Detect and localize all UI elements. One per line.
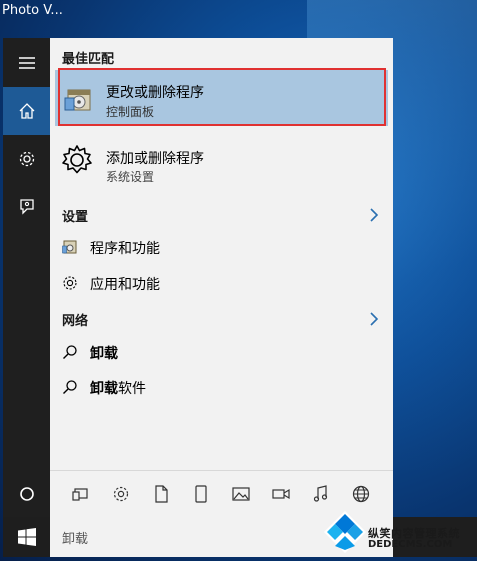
gear-icon [63,276,77,290]
hamburger-menu-button[interactable] [3,39,50,87]
video-icon[interactable] [272,485,290,503]
add-remove-subtitle: 系统设置 [106,170,155,184]
feedback-button[interactable] [3,183,50,231]
programs-icon [64,89,91,111]
best-match-result[interactable]: 更改或删除程序 控制面板 [55,68,388,126]
home-button[interactable] [3,87,50,135]
power-button[interactable] [3,470,50,518]
apps-icon[interactable] [72,485,90,503]
best-match-title: 更改或删除程序 [106,85,204,101]
apps-features-label: 应用和功能 [90,277,160,293]
apps-features-item[interactable]: 应用和功能 [62,272,382,296]
chevron-right-icon[interactable] [369,312,379,326]
gear-icon [19,151,34,167]
start-button[interactable] [3,517,50,557]
home-icon [19,103,34,119]
watermark-logo: 纵笑内容管理系统 DEDECMS.COM [322,505,472,557]
globe-icon[interactable] [352,485,370,503]
power-icon [19,487,34,501]
start-rail [3,38,50,517]
settings-header[interactable]: 设置 [62,206,88,225]
add-remove-title: 添加或删除程序 [106,151,204,167]
feedback-icon [19,199,34,215]
web-result-item[interactable]: 卸载 [62,341,382,365]
music-icon[interactable] [312,485,330,503]
programs-icon [62,240,77,254]
windows-logo-icon [17,528,36,546]
search-icon [63,345,77,359]
search-query-text: 卸载 [62,532,89,547]
web-result-label: 卸载 [90,346,118,362]
programs-features-item[interactable]: 程序和功能 [62,236,382,260]
web-header[interactable]: 网络 [62,310,88,329]
programs-features-label: 程序和功能 [90,241,160,257]
best-match-subtitle: 控制面板 [106,105,155,119]
windows-flag-logo-icon [324,511,366,553]
search-results-panel: 最佳匹配 更改或删除程序 控制面板 添加或删除程序 系统设置 设置 程序和功能 [50,38,393,519]
photo-icon[interactable] [232,485,250,503]
web-result-item[interactable]: 卸载软件 [62,376,382,400]
gear-icon[interactable] [112,485,130,503]
best-match-header: 最佳匹配 [62,52,115,67]
watermark-url: DEDECMS.COM [368,539,453,550]
web-result-bold: 卸载 [90,381,118,397]
desktop-window-label[interactable]: Photo V... [2,0,68,22]
add-remove-programs-result[interactable]: 添加或删除程序 系统设置 [55,134,388,186]
chevron-right-icon[interactable] [369,208,379,222]
hamburger-icon [18,57,35,69]
search-icon [63,380,77,394]
gear-icon [62,145,92,174]
document-icon[interactable] [152,485,170,503]
web-result-label: 卸载软件 [90,378,146,398]
web-result-rest: 软件 [118,381,146,397]
settings-button[interactable] [3,135,50,183]
tablet-icon[interactable] [192,485,210,503]
